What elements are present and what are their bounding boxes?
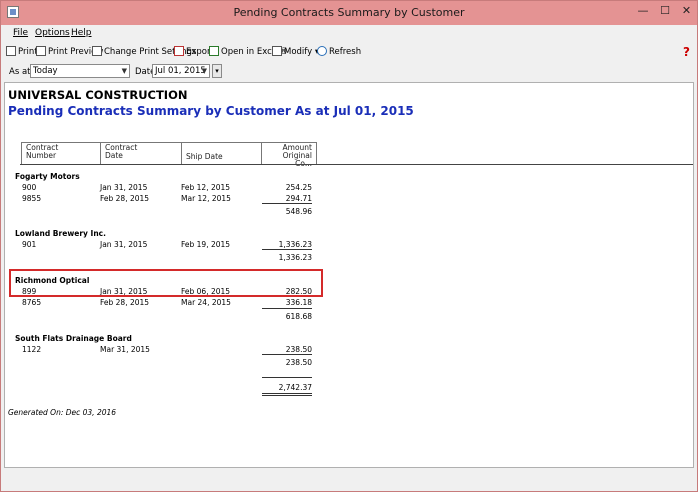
subtotal: 618.68 <box>285 312 312 321</box>
customer-name: South Flats Drainage Board <box>15 334 132 343</box>
ship-date: Mar 12, 2015 <box>181 194 231 203</box>
refresh-button[interactable]: Refresh <box>317 45 361 59</box>
amount: 336.18 <box>285 298 312 307</box>
header-line: Date <box>105 151 123 160</box>
contract-date: Mar 31, 2015 <box>100 345 150 354</box>
modify-label: Modify <box>284 47 313 57</box>
ship-date: Mar 24, 2015 <box>181 298 231 307</box>
contract-number: 8765 <box>22 298 42 307</box>
export-icon <box>174 46 184 56</box>
maximize-button[interactable]: ☐ <box>654 1 676 21</box>
filter-bar: As at: Today ▼ Date: Jul 01, 2015 ▼ ▾ <box>1 62 697 81</box>
subtotal-rule <box>262 203 312 204</box>
contract-number: 900 <box>22 183 37 192</box>
excel-icon <box>209 46 219 56</box>
highlight-box <box>9 269 323 297</box>
as-at-value: Today <box>33 66 58 76</box>
grand-total-rule <box>262 377 312 378</box>
refresh-label: Refresh <box>329 47 362 57</box>
print-label: Print <box>18 47 38 57</box>
app-window: Pending Contracts Summary by Customer — … <box>0 0 698 492</box>
print-button[interactable]: Print <box>6 45 38 59</box>
amount: 294.71 <box>285 194 312 203</box>
status-bar <box>1 469 697 491</box>
customer-name: Lowland Brewery Inc. <box>15 229 106 238</box>
title-bar[interactable]: Pending Contracts Summary by Customer — … <box>1 1 697 25</box>
print-settings-icon <box>92 46 102 56</box>
subtotal-rule <box>262 249 312 250</box>
chevron-down-icon: ▼ <box>201 67 207 75</box>
report-view[interactable]: UNIVERSAL CONSTRUCTION Pending Contracts… <box>4 82 694 468</box>
contract-date: Feb 28, 2015 <box>100 298 150 307</box>
column-header-contract-number[interactable]: Contract Number <box>21 142 100 164</box>
subtotal-rule <box>262 354 312 355</box>
ship-date: Feb 19, 2015 <box>181 240 231 249</box>
amount: 238.50 <box>285 345 312 354</box>
contract-number: 901 <box>22 240 37 249</box>
printer-icon <box>6 46 16 56</box>
window-title: Pending Contracts Summary by Customer <box>233 6 465 19</box>
grand-total-double-rule <box>262 395 312 396</box>
as-at-select[interactable]: Today ▼ <box>30 64 130 78</box>
subtotal: 238.50 <box>285 358 312 367</box>
date-value: Jul 01, 2015 <box>155 66 206 76</box>
column-header-amount[interactable]: AmountOriginal Co... <box>261 142 317 168</box>
modify-button[interactable]: Modify ▾ <box>272 45 319 59</box>
toolbar: Print Print Preview Change Print Setting… <box>1 43 697 61</box>
customer-name: Fogarty Motors <box>15 172 80 181</box>
amount: 254.25 <box>285 183 312 192</box>
contract-number: 1122 <box>22 345 42 354</box>
contract-date: Jan 31, 2015 <box>100 240 148 249</box>
subtotal-rule <box>262 308 312 309</box>
print-preview-icon <box>36 46 46 56</box>
menu-options[interactable]: Options <box>35 28 70 38</box>
contract-number: 9855 <box>22 194 42 203</box>
minimize-button[interactable]: — <box>632 1 654 21</box>
column-header-contract-date[interactable]: Contract Date <box>100 142 181 164</box>
date-picker[interactable]: Jul 01, 2015 ▼ <box>152 64 210 78</box>
header-divider <box>20 164 693 165</box>
calendar-button[interactable]: ▾ <box>212 64 222 78</box>
header-line: Original Co... <box>282 151 312 168</box>
menu-file[interactable]: File <box>13 28 28 38</box>
header-line: Number <box>26 151 57 160</box>
report-title: Pending Contracts Summary by Customer As… <box>8 104 414 118</box>
ship-date: Feb 12, 2015 <box>181 183 231 192</box>
contract-date: Jan 31, 2015 <box>100 183 148 192</box>
subtotal: 548.96 <box>285 207 312 216</box>
menu-bar: File Options Help <box>1 25 697 42</box>
close-button[interactable]: ✕ <box>676 1 697 21</box>
refresh-icon <box>317 46 327 56</box>
amount: 1,336.23 <box>278 240 312 249</box>
column-header-ship-date[interactable]: Ship Date <box>181 142 261 164</box>
modify-icon <box>272 46 282 56</box>
contract-date: Feb 28, 2015 <box>100 194 150 203</box>
help-icon[interactable]: ? <box>683 45 690 59</box>
menu-help[interactable]: Help <box>71 28 92 38</box>
grand-total-double-rule <box>262 393 312 394</box>
export-button[interactable]: Export <box>174 45 214 59</box>
generated-on: Generated On: Dec 03, 2016 <box>8 408 117 417</box>
subtotal: 1,336.23 <box>278 253 312 262</box>
grand-total: 2,742.37 <box>278 383 312 392</box>
header-line: Ship Date <box>186 152 223 161</box>
company-name: UNIVERSAL CONSTRUCTION <box>8 88 188 102</box>
chevron-down-icon: ▼ <box>121 67 127 75</box>
